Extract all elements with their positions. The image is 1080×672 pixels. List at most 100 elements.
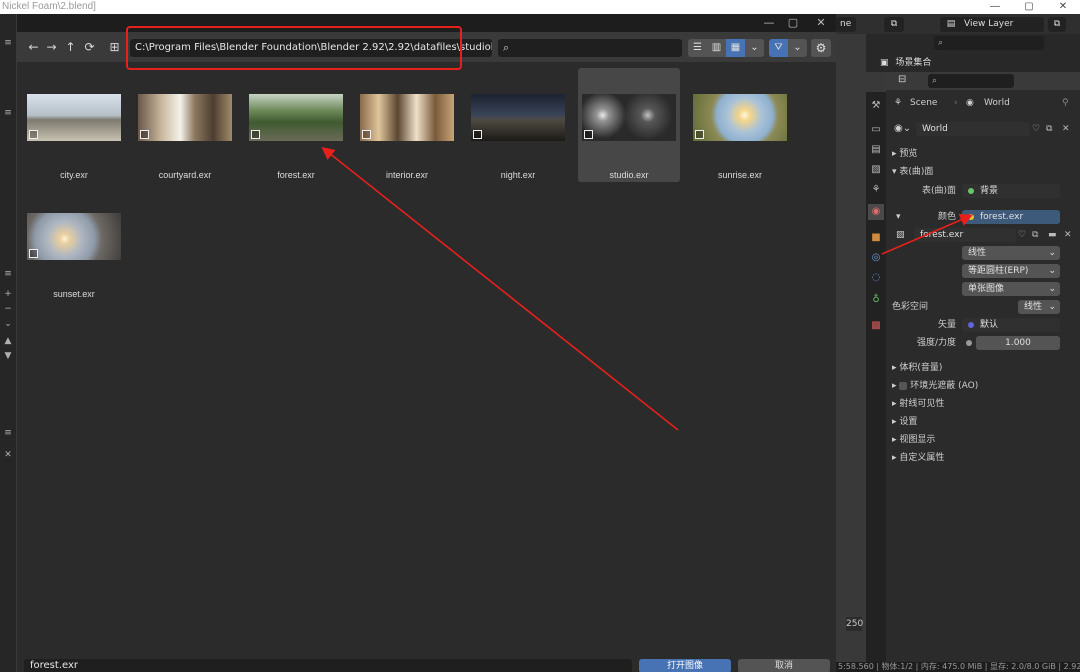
render-tab-icon[interactable]: ▭ [868, 122, 884, 138]
breadcrumb-world: World [984, 98, 1010, 108]
chevron-down-icon[interactable]: ⌄ [0, 319, 16, 329]
horizontal-list-view-icon[interactable]: ▥ [707, 39, 726, 57]
filename-input[interactable]: forest.exr [24, 659, 632, 672]
zoom-out-icon[interactable]: − [0, 304, 16, 314]
panel-title: 预览 [899, 149, 918, 159]
display-size-dropdown-icon[interactable]: ⌄ [745, 39, 764, 57]
fake-user-icon[interactable]: ♡ [1032, 120, 1040, 138]
zoom-in-icon[interactable]: + [0, 289, 16, 299]
settings-panel-header[interactable]: ▸ 设置 [892, 414, 917, 427]
view-layer-icon[interactable]: ▤ [940, 17, 962, 32]
dropdown-value: 等距圆柱(ERP) [968, 266, 1029, 276]
constraints-tab-icon[interactable]: ♁ [868, 292, 884, 308]
directory-path-input[interactable]: C:\Program Files\Blender Foundation\Blen… [130, 39, 492, 57]
projection-dropdown[interactable]: 等距圆柱(ERP) ⌄ [962, 264, 1060, 278]
dialog-minimize-button[interactable]: — [757, 15, 781, 31]
image-file-icon [251, 130, 260, 139]
modifier-tab-icon[interactable]: ◎ [868, 250, 884, 266]
forward-arrow-icon[interactable]: → [43, 39, 60, 56]
source-dropdown[interactable]: 单张图像 ⌄ [962, 282, 1060, 296]
filter-dropdown-icon[interactable]: ⌄ [788, 39, 807, 57]
move-down-icon[interactable]: ▼ [0, 351, 16, 361]
dialog-close-button[interactable]: ✕ [809, 15, 833, 31]
new-view-layer-icon[interactable]: ⧉ [1048, 17, 1066, 32]
duplicate-icon[interactable]: ⧉ [1046, 120, 1052, 138]
image-file-icon [140, 130, 149, 139]
frame-field[interactable]: 250 [846, 617, 863, 631]
dropdown-value: 线性 [968, 248, 987, 258]
world-tab-icon[interactable]: ◉ [868, 204, 884, 220]
cancel-button[interactable]: 取消 [738, 659, 830, 672]
image-name-field[interactable]: forest.exr [914, 228, 1016, 242]
pin-icon[interactable]: ⚲ [1062, 94, 1069, 112]
outliner-search-input[interactable]: ⌕ [934, 36, 1044, 50]
view-layer-field[interactable]: View Layer [960, 17, 1044, 32]
panel-title: 射线可见性 [899, 399, 945, 409]
minimize-window-button[interactable]: — [978, 0, 1012, 14]
world-name-field[interactable]: World [916, 122, 1030, 136]
file-tile-city[interactable]: city.exr [23, 68, 125, 182]
file-tile-forest[interactable]: forest.exr [245, 68, 347, 182]
editor-type-icon[interactable]: ⊟ [898, 74, 906, 85]
preview-panel-header[interactable]: ▸ 预览 [892, 146, 917, 159]
view-layer-tab-icon[interactable]: ▧ [868, 162, 884, 178]
hdri-thumbnail [471, 94, 565, 141]
panel-title: 设置 [899, 417, 918, 427]
ray-visibility-panel-header[interactable]: ▸ 射线可见性 [892, 396, 944, 409]
back-arrow-icon[interactable]: ← [25, 39, 42, 56]
file-name-label: sunrise.exr [717, 170, 762, 180]
new-scene-icon[interactable]: ⧉ [884, 17, 904, 32]
panel-title: 自定义属性 [899, 453, 945, 463]
vector-input-field[interactable]: 默认 [962, 318, 1060, 332]
new-folder-icon[interactable]: ⊞ [106, 39, 123, 56]
unlink-icon[interactable]: ✕ [1062, 120, 1070, 138]
output-tab-icon[interactable]: ▤ [868, 142, 884, 158]
thumbnail-view-icon[interactable]: ▦ [726, 39, 745, 57]
gear-icon[interactable]: ⚙ [811, 39, 831, 57]
volume-panel-header[interactable]: ▸ 体积(音量) [892, 360, 942, 373]
ao-panel-header[interactable]: ▸ 环境光遮蔽 (AO) [892, 378, 978, 391]
maximize-window-button[interactable]: ▢ [1012, 0, 1046, 14]
ao-checkbox[interactable] [899, 381, 908, 390]
fake-user-icon[interactable]: ♡ [1018, 226, 1026, 244]
properties-search-input[interactable]: ⌕ [928, 74, 1014, 88]
surface-panel-header[interactable]: ▾ 表(曲)面 [892, 164, 933, 177]
file-tile-interior[interactable]: interior.exr [356, 68, 458, 182]
close-window-button[interactable]: ✕ [1046, 0, 1080, 14]
file-tile-studio[interactable]: studio.exr [578, 68, 680, 182]
unlink-icon[interactable]: ✕ [1064, 226, 1072, 244]
vector-value: 默认 [980, 320, 999, 330]
color-input-field[interactable]: forest.exr [962, 210, 1060, 224]
open-folder-icon[interactable]: ▬ [1048, 226, 1057, 244]
scene-tab-icon[interactable]: ⚘ [868, 182, 884, 198]
tool-tab-icon[interactable]: ⚒ [868, 98, 884, 114]
colorspace-dropdown[interactable]: 线性 ⌄ [1018, 300, 1060, 314]
texture-tab-icon[interactable]: ▩ [868, 318, 884, 334]
dropdown-value: 单张图像 [968, 284, 1005, 294]
custom-properties-panel-header[interactable]: ▸ 自定义属性 [892, 450, 944, 463]
search-input[interactable]: ⌕ [498, 39, 682, 57]
outliner-row[interactable]: ▣ 场景集合 [880, 55, 931, 68]
close-icon[interactable]: ✕ [0, 450, 16, 460]
open-image-button[interactable]: 打开图像 [639, 659, 731, 672]
file-tile-sunrise[interactable]: sunrise.exr [689, 68, 791, 182]
world-browse-icon[interactable]: ◉⌄ [894, 120, 911, 138]
file-tile-night[interactable]: night.exr [467, 68, 569, 182]
file-tile-sunset[interactable]: sunset.exr [23, 187, 125, 301]
object-tab-icon[interactable]: ■ [868, 230, 884, 246]
image-browse-icon[interactable]: ▨ [896, 226, 905, 244]
dialog-maximize-button[interactable]: ▢ [781, 15, 805, 31]
duplicate-icon[interactable]: ⧉ [1032, 226, 1038, 244]
file-tile-courtyard[interactable]: courtyard.exr [134, 68, 236, 182]
scene-selector[interactable]: ne [836, 17, 856, 32]
refresh-icon[interactable]: ⟳ [81, 39, 98, 56]
physics-tab-icon[interactable]: ◌ [868, 270, 884, 286]
move-up-icon[interactable]: ▲ [0, 336, 16, 346]
filter-icon[interactable]: ⛛ [769, 39, 788, 57]
surface-shader-field[interactable]: 背景 [962, 184, 1060, 198]
interpolation-dropdown[interactable]: 线性 ⌄ [962, 246, 1060, 260]
strength-value-field[interactable]: 1.000 [976, 336, 1060, 350]
parent-directory-icon[interactable]: ↑ [62, 39, 79, 56]
vertical-list-view-icon[interactable]: ☰ [688, 39, 707, 57]
viewport-display-panel-header[interactable]: ▸ 视图显示 [892, 432, 935, 445]
